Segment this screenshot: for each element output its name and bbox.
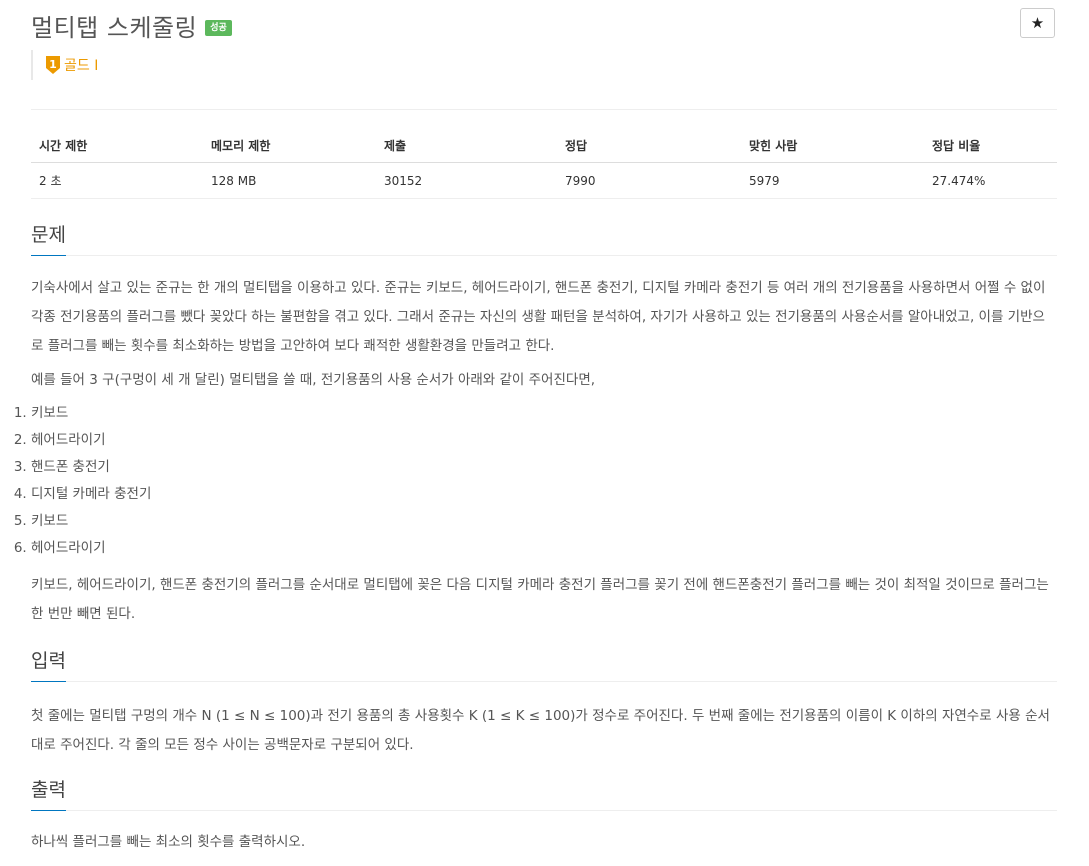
header-accept-ratio: 정답 비율 bbox=[924, 128, 1057, 163]
divider bbox=[31, 109, 1057, 110]
info-table-row: 2 초 128 MB 30152 7990 5979 27.474% bbox=[31, 162, 1057, 199]
list-item: 핸드폰 충전기 bbox=[31, 454, 151, 481]
problem-info-table: 시간 제한 메모리 제한 제출 정답 맞힌 사람 정답 비율 2 초 128 M… bbox=[31, 128, 1057, 199]
header-submissions: 제출 bbox=[376, 128, 557, 163]
header-solvers: 맞힌 사람 bbox=[741, 128, 924, 163]
tier-gold-icon: 1 bbox=[46, 56, 60, 74]
favorite-star-button[interactable]: ★ bbox=[1020, 8, 1055, 38]
section-input-heading: 입력 bbox=[31, 646, 1057, 682]
section-description-heading: 문제 bbox=[31, 220, 1057, 256]
output-heading-text: 출력 bbox=[31, 775, 66, 811]
tier-label: 골드 I bbox=[64, 58, 99, 74]
header-accepted: 정답 bbox=[557, 128, 741, 163]
star-icon: ★ bbox=[1030, 14, 1045, 32]
problem-title: 멀티탭 스케줄링 bbox=[31, 13, 198, 42]
solvers-value: 5979 bbox=[741, 162, 924, 199]
list-item: 키보드 bbox=[31, 508, 151, 535]
accept-ratio-value: 27.474% bbox=[924, 162, 1057, 199]
accepted-value: 7990 bbox=[557, 162, 741, 199]
list-item: 디지털 카메라 충전기 bbox=[31, 481, 151, 508]
list-item: 키보드 bbox=[31, 400, 151, 427]
memory-limit-value: 128 MB bbox=[203, 162, 376, 199]
list-item: 헤어드라이기 bbox=[31, 427, 151, 454]
info-table-header-row: 시간 제한 메모리 제한 제출 정답 맞힌 사람 정답 비율 bbox=[31, 128, 1057, 163]
list-item: 헤어드라이기 bbox=[31, 535, 151, 562]
problem-title-row: 멀티탭 스케줄링 성공 bbox=[31, 8, 232, 42]
description-paragraph-2: 예를 들어 3 구(구멍이 세 개 달린) 멀티탭을 쓸 때, 전기용품의 사용… bbox=[31, 372, 596, 388]
header-time-limit: 시간 제한 bbox=[31, 128, 203, 163]
status-badge: 성공 bbox=[205, 20, 232, 36]
input-heading-text: 입력 bbox=[31, 646, 66, 682]
header-memory-limit: 메모리 제한 bbox=[203, 128, 376, 163]
description-paragraph-3: 키보드, 헤어드라이기, 핸드폰 충전기의 플러그를 순서대로 멀티탭에 꽂은 … bbox=[31, 577, 1049, 622]
tier-info: 1 골드 I bbox=[31, 50, 98, 80]
time-limit-value: 2 초 bbox=[31, 162, 203, 199]
svg-text:1: 1 bbox=[49, 58, 57, 71]
output-paragraph: 하나씩 플러그를 빼는 최소의 횟수를 출력하시오. bbox=[31, 834, 306, 850]
input-paragraph: 첫 줄에는 멀티탭 구멍의 개수 N (1 ≤ N ≤ 100)과 전기 용품의… bbox=[31, 708, 1050, 753]
description-heading-text: 문제 bbox=[31, 220, 66, 256]
usage-order-list: 키보드 헤어드라이기 핸드폰 충전기 디지털 카메라 충전기 키보드 헤어드라이… bbox=[0, 400, 151, 562]
submissions-value: 30152 bbox=[376, 162, 557, 199]
section-output-heading: 출력 bbox=[31, 775, 1057, 811]
description-paragraph-1: 기숙사에서 살고 있는 준규는 한 개의 멀티탭을 이용하고 있다. 준규는 키… bbox=[31, 280, 1046, 354]
